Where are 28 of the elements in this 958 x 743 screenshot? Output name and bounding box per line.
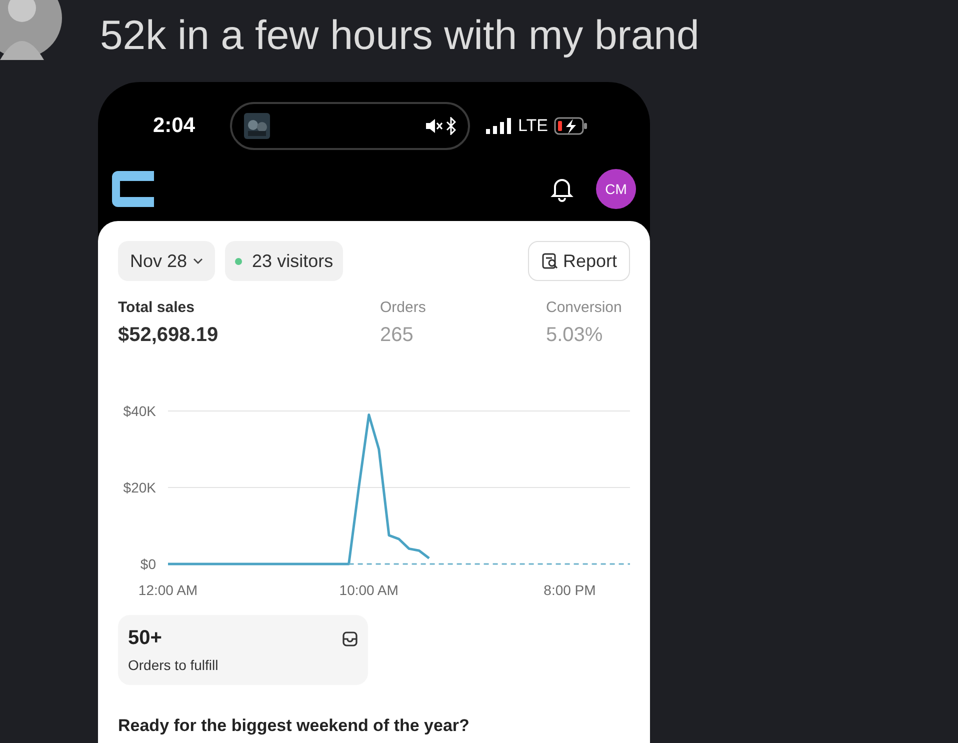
network-label: LTE bbox=[518, 114, 548, 137]
battery-icon bbox=[554, 116, 588, 134]
mute-icon bbox=[425, 118, 443, 134]
report-icon bbox=[540, 252, 559, 270]
y-tick-label: $40K bbox=[123, 403, 156, 419]
chevron-down-icon bbox=[193, 258, 204, 264]
metric-tab[interactable]: Total sales $52,698.19 bbox=[118, 297, 380, 357]
visitors-count: 23 visitors bbox=[252, 250, 334, 272]
orders-label: Orders to fulfill bbox=[128, 656, 218, 675]
status-time: 2:04 bbox=[152, 112, 196, 139]
signal-icon bbox=[486, 118, 512, 134]
orders-count: 50+ bbox=[128, 627, 163, 649]
inbox-icon bbox=[342, 631, 358, 647]
date-dropdown[interactable]: Nov 28 bbox=[118, 241, 216, 281]
avatar bbox=[0, 0, 62, 60]
x-tick-label: 8:00 PM bbox=[544, 582, 596, 598]
bluetooth-icon bbox=[446, 116, 456, 134]
x-tick-label: 10:00 AM bbox=[339, 582, 398, 598]
logo-icon bbox=[112, 171, 154, 207]
user-avatar[interactable]: CM bbox=[596, 169, 636, 209]
y-tick-label: $20K bbox=[123, 480, 156, 496]
y-tick-label: $0 bbox=[140, 556, 156, 572]
report-button[interactable]: Report bbox=[528, 241, 630, 281]
post-text: 52k in a few hours with my brand bbox=[100, 11, 700, 60]
fulfill-card[interactable]: 50+ Orders to fulfill bbox=[118, 615, 368, 685]
notification-bell-icon[interactable] bbox=[550, 176, 574, 202]
promo-heading: Ready for the biggest weekend of the year? bbox=[118, 715, 470, 737]
x-tick-label: 12:00 AM bbox=[138, 582, 198, 598]
